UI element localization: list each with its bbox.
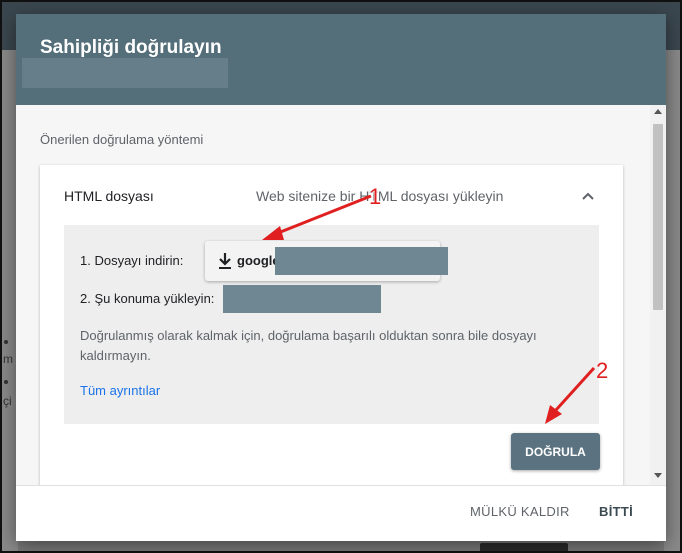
download-icon xyxy=(219,253,231,269)
background-button xyxy=(480,543,568,551)
step-upload-label: 2. Şu konuma yükleyin: xyxy=(80,291,215,306)
keep-file-note: Doğrulanmış olarak kalmak için, doğrulam… xyxy=(80,328,537,363)
redacted-file-name xyxy=(275,247,448,275)
scroll-down-arrow-icon[interactable] xyxy=(654,473,662,478)
background-fragment: m xyxy=(3,352,13,366)
html-file-method-card: HTML dosyası Web sitenize bir HTML dosya… xyxy=(40,165,623,495)
recommended-method-label: Önerilen doğrulama yöntemi xyxy=(40,132,204,147)
background-right-panel xyxy=(664,50,680,551)
redacted-property-name xyxy=(22,58,228,88)
step-download-label: 1. Dosyayı indirin: xyxy=(80,253,184,268)
verify-button[interactable]: DOĞRULA xyxy=(511,433,600,470)
chevron-up-icon[interactable] xyxy=(580,188,596,204)
done-button[interactable]: BİTTİ xyxy=(599,504,633,519)
background-dot xyxy=(4,380,8,384)
full-details-link[interactable]: Tüm ayrıntılar xyxy=(80,383,160,398)
annotation-marker-1: 1 xyxy=(369,184,382,209)
dialog-body: Önerilen doğrulama yöntemi HTML dosyası … xyxy=(16,105,666,495)
verify-ownership-dialog: Sahipliği doğrulayın Önerilen doğrulama … xyxy=(16,14,666,541)
background-dot xyxy=(4,340,8,344)
dialog-footer: MÜLKÜ KALDIR BİTTİ xyxy=(16,485,666,541)
method-instructions: 1. Dosyayı indirin: google 2. Şu konuma … xyxy=(64,225,599,424)
remove-property-button[interactable]: MÜLKÜ KALDIR xyxy=(470,504,570,519)
redacted-upload-location xyxy=(223,285,381,313)
scrollbar-thumb[interactable] xyxy=(653,124,663,310)
background-fragment: çi xyxy=(3,394,12,408)
dialog-header: Sahipliği doğrulayın xyxy=(16,14,666,105)
method-title[interactable]: HTML dosyası xyxy=(64,188,154,204)
annotation-marker-2: 2 xyxy=(596,358,609,383)
dialog-title: Sahipliği doğrulayın xyxy=(40,37,222,58)
dialog-scrollbar[interactable] xyxy=(650,105,666,485)
scroll-up-arrow-icon[interactable] xyxy=(654,109,662,114)
download-file-name: google xyxy=(237,253,280,268)
